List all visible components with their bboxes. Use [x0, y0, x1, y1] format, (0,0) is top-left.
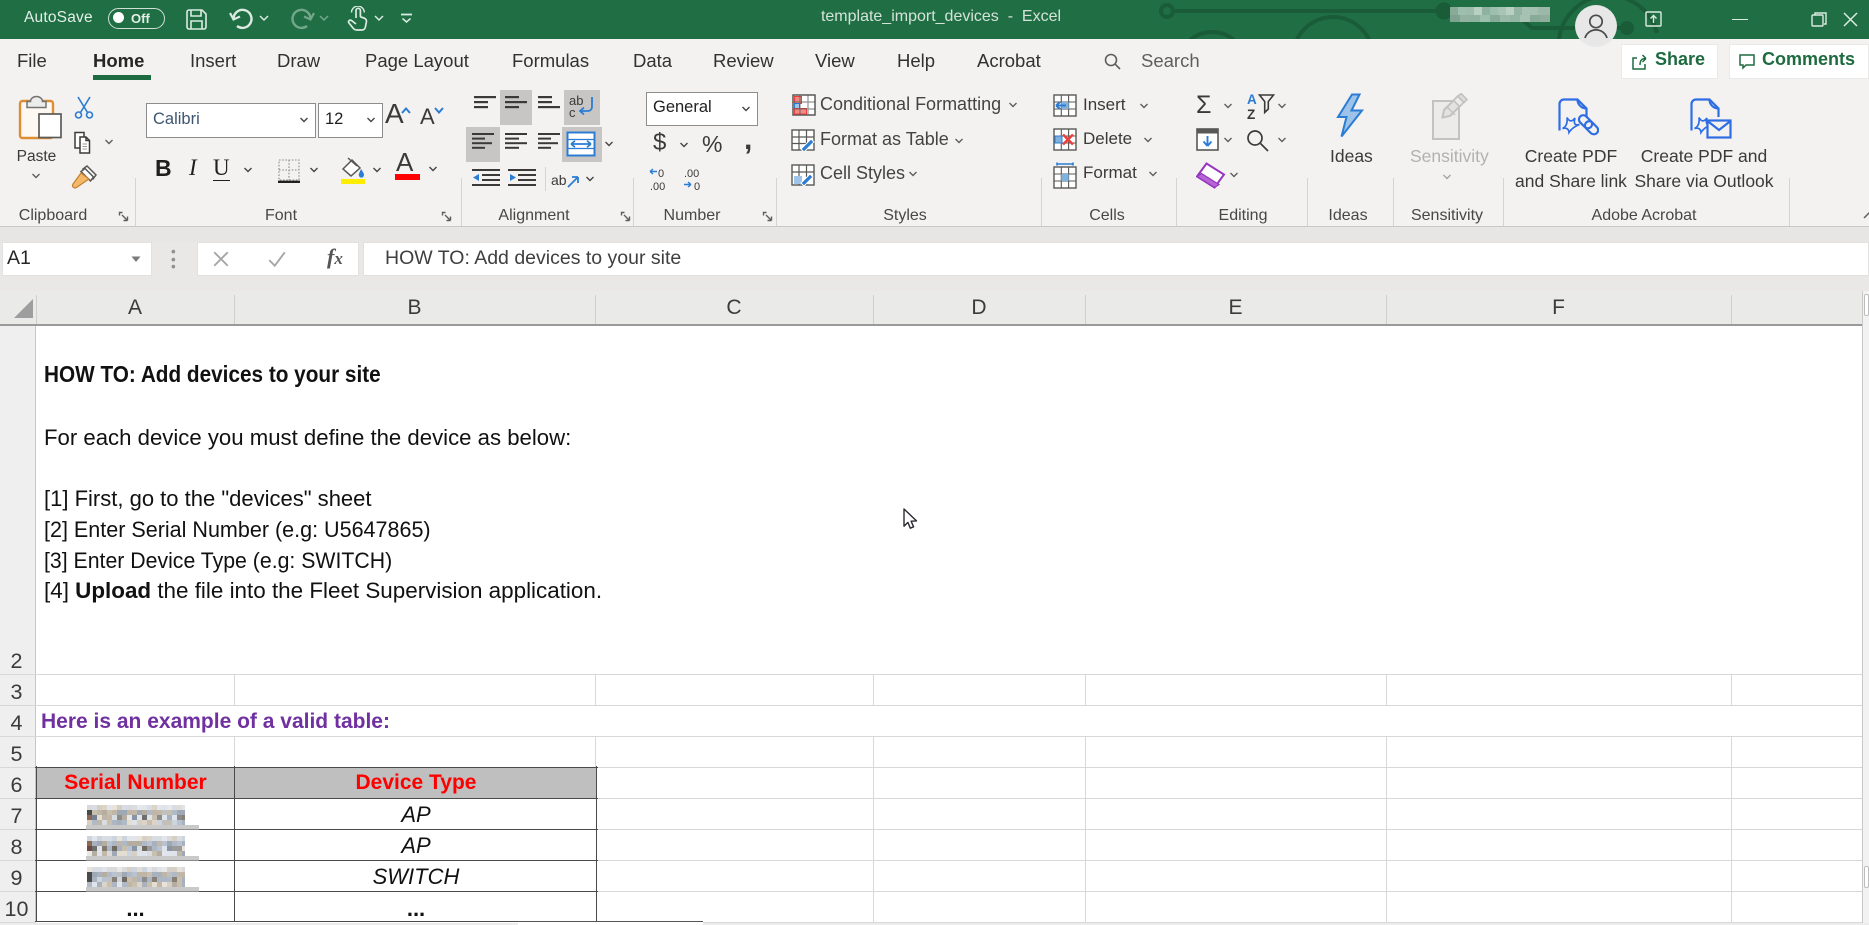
svg-text:Z: Z: [1247, 107, 1255, 122]
svg-text:A: A: [1247, 92, 1257, 107]
svg-text:.00: .00: [650, 181, 665, 193]
svg-text:.00: .00: [684, 168, 699, 180]
svg-text:c: c: [569, 105, 576, 120]
svg-text:ab: ab: [551, 172, 567, 188]
svg-text:0: 0: [694, 181, 700, 193]
svg-text:0: 0: [658, 168, 664, 180]
